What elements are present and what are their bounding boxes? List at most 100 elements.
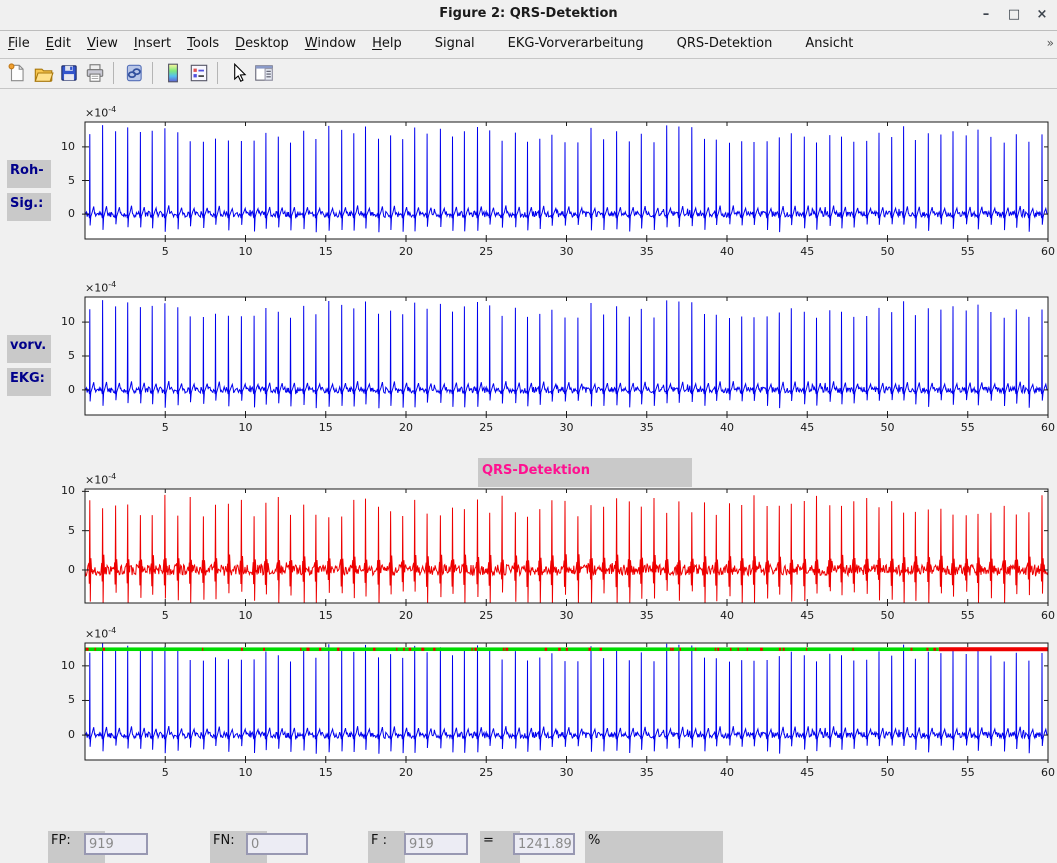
axes-qrs-detektion[interactable]	[79, 483, 1054, 609]
x-tick-label: 30	[550, 766, 584, 779]
x-tick-label: 20	[389, 421, 423, 434]
x-tick-label: 5	[148, 609, 182, 622]
x-tick-label: 25	[469, 245, 503, 258]
y-tick-label: 5	[45, 524, 75, 537]
minimize-button[interactable]: –	[975, 5, 997, 25]
x-tick-label: 25	[469, 766, 503, 779]
fn-field[interactable]	[246, 833, 308, 855]
menu-qrs-detektion[interactable]: QRS-Detektion	[669, 31, 781, 58]
open-file-icon[interactable]	[32, 62, 54, 84]
y-tick-label: 5	[45, 693, 75, 706]
scale-exponent: -4	[108, 626, 116, 635]
plot-title-box: QRS-Detektion	[478, 458, 692, 487]
y-tick-label: 10	[45, 484, 75, 497]
f-field[interactable]	[404, 833, 468, 855]
x-tick-label: 50	[871, 245, 905, 258]
x-tick-label: 5	[148, 766, 182, 779]
axes-detektions-ergebnis[interactable]	[79, 637, 1054, 766]
alarm-segment	[939, 647, 1048, 651]
x-tick-label: 20	[389, 766, 423, 779]
plot-title: QRS-Detektion	[478, 458, 590, 478]
result-field[interactable]	[513, 833, 575, 855]
toolbar-separator	[113, 62, 114, 84]
f-label: F :	[368, 831, 405, 863]
titlebar[interactable]: Figure 2: QRS-Detektion – □ ×	[0, 0, 1057, 31]
insert-legend-icon[interactable]	[188, 62, 210, 84]
row-label-roh-signal-1: Sig.:	[7, 193, 51, 221]
x-tick-label: 40	[710, 609, 744, 622]
x-tick-label: 30	[550, 609, 584, 622]
row-label-roh-signal-0: Roh-	[7, 160, 51, 188]
x-tick-label: 55	[951, 766, 985, 779]
x-tick-label: 15	[309, 766, 343, 779]
x-tick-label: 25	[469, 609, 503, 622]
x-tick-label: 20	[389, 609, 423, 622]
scale-mantissa: ×10	[85, 282, 108, 295]
insert-colorbar-icon[interactable]	[162, 62, 184, 84]
menu-overflow-icon[interactable]: »	[1047, 36, 1054, 50]
scale-mantissa: ×10	[85, 628, 108, 641]
x-tick-label: 45	[790, 421, 824, 434]
axes-roh-signal[interactable]	[79, 116, 1054, 245]
toolbar-separator	[217, 62, 218, 84]
x-tick-label: 30	[550, 245, 584, 258]
x-tick-label: 20	[389, 245, 423, 258]
x-tick-label: 40	[710, 766, 744, 779]
plot-tools-icon[interactable]	[253, 62, 275, 84]
scale-exponent: -4	[108, 105, 116, 114]
menu-ekg-vorverarbeitung[interactable]: EKG-Vorverarbeitung	[500, 31, 652, 58]
menu-view[interactable]: View	[79, 31, 126, 58]
menu-signal[interactable]: Signal	[427, 31, 483, 58]
menu-window[interactable]: Window	[297, 31, 364, 58]
x-tick-label: 35	[630, 766, 664, 779]
axes-vorverarbeitetes-ekg[interactable]	[79, 291, 1054, 421]
x-tick-label: 35	[630, 609, 664, 622]
threshold-line	[85, 647, 939, 651]
x-tick-label: 10	[229, 245, 263, 258]
y-scale-label: ×10-4	[85, 472, 116, 487]
close-button[interactable]: ×	[1031, 5, 1053, 25]
scale-exponent: -4	[108, 280, 116, 289]
x-tick-label: 50	[871, 609, 905, 622]
menu-help[interactable]: Help	[364, 31, 410, 58]
link-plot-icon[interactable]	[123, 62, 145, 84]
x-tick-label: 40	[710, 421, 744, 434]
new-figure-icon[interactable]	[6, 62, 28, 84]
toolbar-separator	[152, 62, 153, 84]
menu-tools[interactable]: Tools	[179, 31, 227, 58]
x-tick-label: 10	[229, 421, 263, 434]
window-title: Figure 2: QRS-Detektion	[0, 6, 1057, 21]
toolbar	[0, 59, 1057, 89]
x-tick-label: 35	[630, 421, 664, 434]
x-tick-label: 10	[229, 766, 263, 779]
row-label-vorverarbeitetes-ekg-0: vorv.	[7, 335, 51, 363]
menu-insert[interactable]: Insert	[126, 31, 179, 58]
x-tick-label: 5	[148, 245, 182, 258]
y-tick-label: 10	[45, 140, 75, 153]
edit-plot-icon[interactable]	[227, 62, 249, 84]
save-figure-icon[interactable]	[58, 62, 80, 84]
x-tick-label: 15	[309, 609, 343, 622]
x-tick-label: 50	[871, 766, 905, 779]
menubar: FileEditViewInsertToolsDesktopWindowHelp…	[0, 31, 1057, 59]
x-tick-label: 55	[951, 245, 985, 258]
x-tick-label: 45	[790, 245, 824, 258]
print-figure-icon[interactable]	[84, 62, 106, 84]
y-tick-label: 10	[45, 659, 75, 672]
x-tick-label: 60	[1031, 245, 1057, 258]
x-tick-label: 25	[469, 421, 503, 434]
menu-desktop[interactable]: Desktop	[227, 31, 297, 58]
x-tick-label: 60	[1031, 766, 1057, 779]
y-tick-label: 0	[45, 728, 75, 741]
y-scale-label: ×10-4	[85, 105, 116, 120]
x-tick-label: 35	[630, 245, 664, 258]
scale-mantissa: ×10	[85, 107, 108, 120]
y-scale-label: ×10-4	[85, 280, 116, 295]
maximize-button[interactable]: □	[1003, 5, 1025, 25]
menu-ansicht[interactable]: Ansicht	[797, 31, 861, 58]
fp-field[interactable]	[84, 833, 148, 855]
menu-file[interactable]: File	[0, 31, 38, 58]
menu-edit[interactable]: Edit	[38, 31, 79, 58]
y-tick-label: 0	[45, 563, 75, 576]
x-tick-label: 15	[309, 421, 343, 434]
